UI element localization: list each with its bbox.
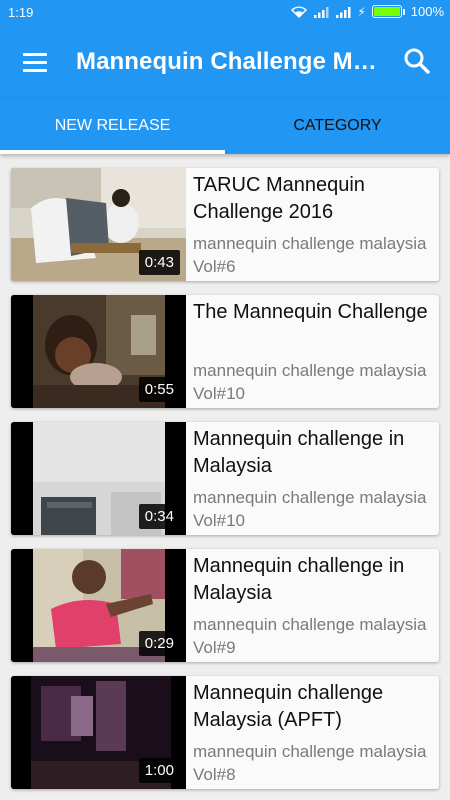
duration-badge: 1:00 [138, 758, 180, 783]
menu-icon[interactable] [16, 42, 56, 82]
video-subtitle: mannequin challenge malaysia Vol#9 [193, 615, 427, 657]
duration-badge: 0:55 [138, 377, 180, 402]
status-bar: 1:19 ⚡ 100% [0, 0, 450, 26]
video-card[interactable]: 1:00 Mannequin challenge Malaysia (APFT)… [11, 676, 439, 789]
video-title: The Mannequin Challenge [193, 301, 428, 323]
video-thumbnail: 0:34 [11, 422, 186, 535]
tab-label: NEW RELEASE [54, 117, 171, 134]
wifi-icon [291, 5, 308, 18]
video-card[interactable]: 0:29 Mannequin challenge in Malaysia man… [11, 549, 439, 662]
video-subtitle: mannequin challenge malaysia Vol#10 [193, 361, 427, 403]
video-title: TARUC Mannequin Challenge 2016 [193, 174, 365, 223]
search-icon[interactable] [400, 44, 434, 78]
video-subtitle: mannequin challenge malaysia Vol#10 [193, 488, 427, 530]
video-thumbnail: 1:00 [11, 676, 186, 789]
tab-bar: NEW RELEASE CATEGORY [0, 98, 450, 154]
battery-icon [371, 5, 405, 18]
tab-new-release[interactable]: NEW RELEASE [0, 98, 225, 154]
charging-icon: ⚡ [357, 4, 366, 19]
tab-category[interactable]: CATEGORY [225, 98, 450, 154]
app-bar: Mannequin Challenge Malaysia [0, 26, 450, 98]
signal-icon [314, 6, 329, 18]
video-card[interactable]: 0:55 The Mannequin Challenge mannequin c… [11, 295, 439, 408]
clock: 1:19 [8, 5, 34, 20]
video-thumbnail: 0:43 [11, 168, 186, 281]
video-subtitle: mannequin challenge malaysia Vol#6 [193, 234, 427, 276]
duration-badge: 0:43 [138, 250, 180, 275]
tab-label: CATEGORY [293, 117, 382, 134]
video-title: Mannequin challenge in Malaysia [193, 428, 405, 477]
video-title: Mannequin challenge in Malaysia [193, 555, 405, 604]
signal-icon [336, 6, 351, 18]
duration-badge: 0:29 [138, 631, 180, 656]
video-card[interactable]: 0:34 Mannequin challenge in Malaysia man… [11, 422, 439, 535]
video-subtitle: mannequin challenge malaysia Vol#8 [193, 742, 427, 784]
video-thumbnail: 0:55 [11, 295, 186, 408]
video-thumbnail: 0:29 [11, 549, 186, 662]
battery-percent: 100% [410, 4, 444, 19]
video-card[interactable]: 0:43 TARUC Mannequin Challenge 2016 mann… [11, 168, 439, 281]
video-title: Mannequin challenge Malaysia (APFT) [193, 682, 384, 731]
duration-badge: 0:34 [138, 504, 180, 529]
status-icons: ⚡ 100% [291, 4, 444, 19]
tab-indicator [0, 150, 225, 154]
page-title: Mannequin Challenge Malaysia [76, 48, 386, 75]
